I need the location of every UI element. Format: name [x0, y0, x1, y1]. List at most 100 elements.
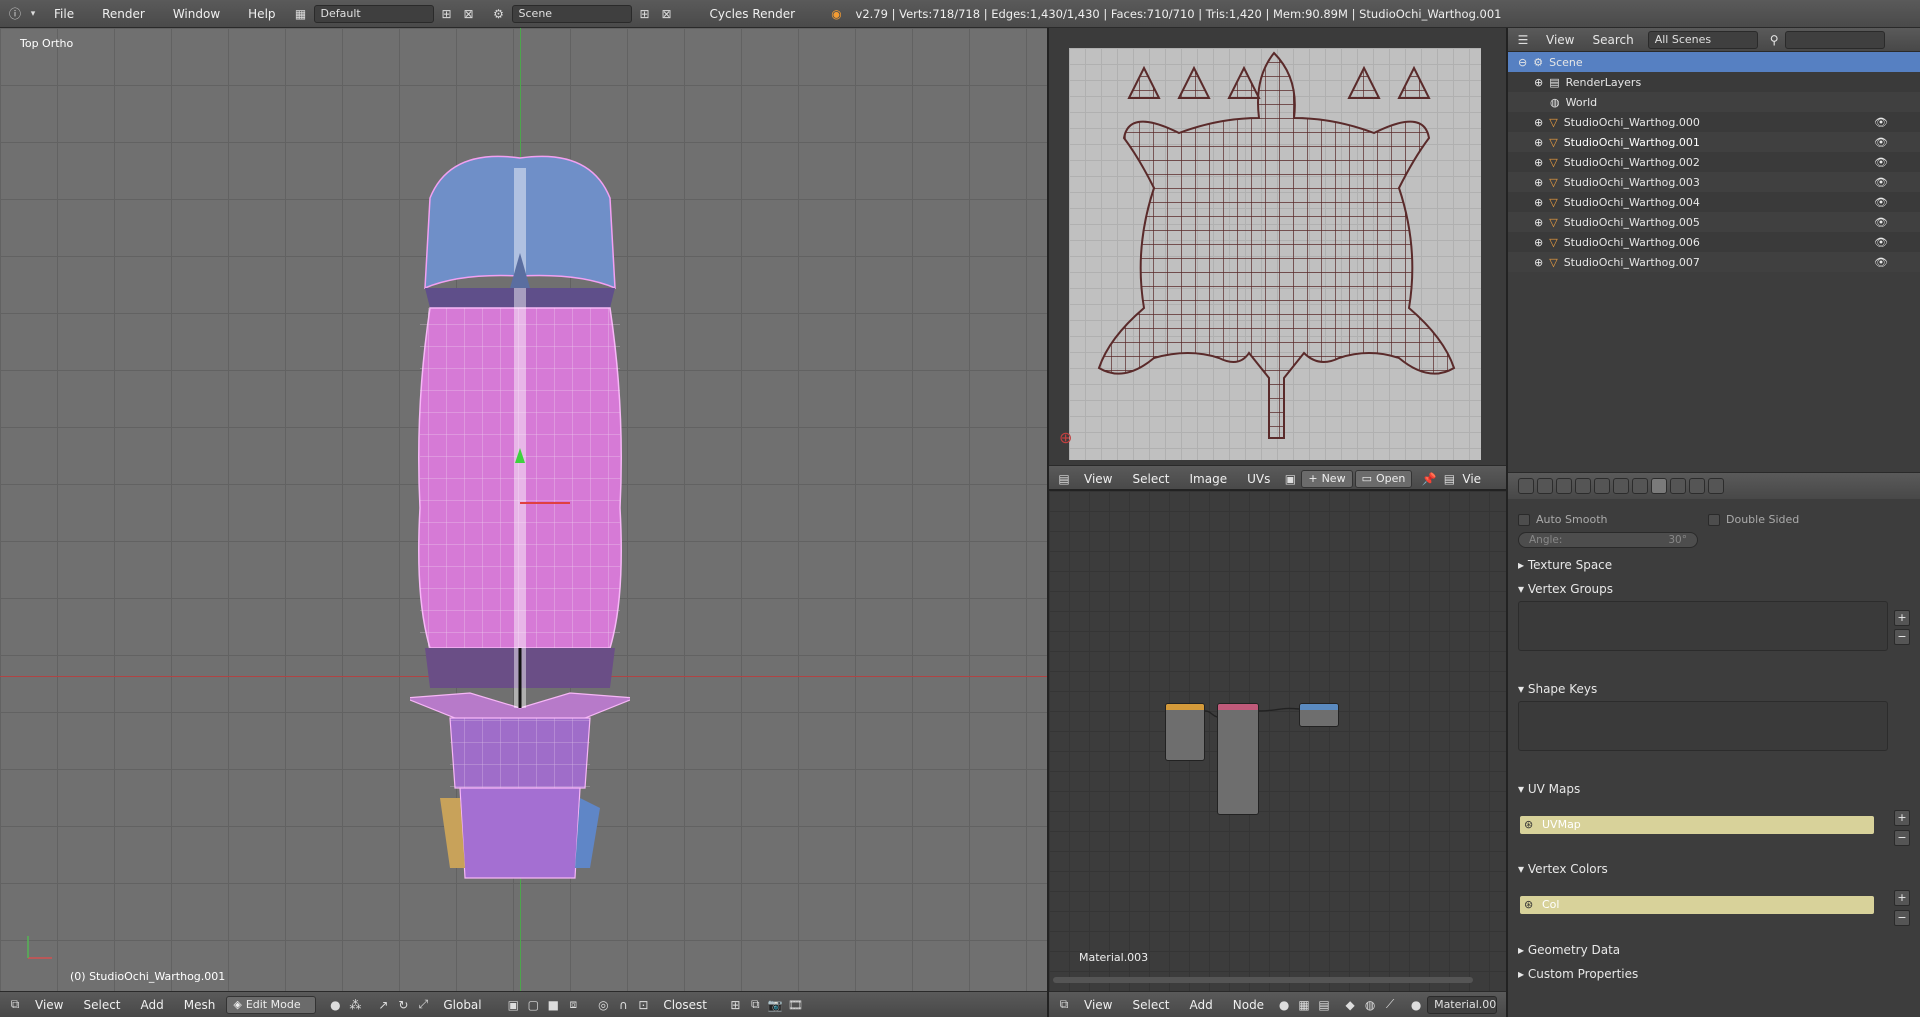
panel-vertex-groups[interactable]: ▾ Vertex Groups — [1518, 582, 1613, 596]
scene-tab-icon[interactable] — [1556, 478, 1572, 494]
viewport-menu-add[interactable]: Add — [132, 998, 173, 1012]
edge-select-icon[interactable]: ▢ — [524, 996, 542, 1014]
object-shader-icon[interactable]: ◆ — [1341, 996, 1359, 1014]
compositing-type-icon[interactable]: ▤ — [1315, 996, 1333, 1014]
outliner-row-object[interactable]: ⊕ ▽ StudioOchi_Warthog.002 👁 — [1508, 152, 1920, 172]
node-menu-add[interactable]: Add — [1181, 998, 1222, 1012]
uv-menu-view[interactable]: View — [1075, 472, 1121, 486]
remove-vertex-group-button[interactable]: − — [1894, 629, 1910, 645]
shape-keys-list[interactable] — [1518, 701, 1888, 751]
panel-vertex-colors[interactable]: ▾ Vertex Colors — [1518, 862, 1608, 876]
material-browse-icon[interactable]: ● — [1407, 996, 1425, 1014]
outliner-row-object[interactable]: ⊕ ▽ StudioOchi_Warthog.007 👁 — [1508, 252, 1920, 272]
search-input[interactable] — [1784, 30, 1885, 49]
mode-select[interactable]: ◈ Edit Mode — [226, 995, 317, 1014]
double-sided-checkbox[interactable]: Double Sided — [1708, 513, 1799, 526]
expand-icon[interactable]: ⊕ — [1534, 116, 1543, 129]
uv-menu-view-truncated[interactable]: Vie — [1460, 472, 1483, 486]
expand-icon[interactable]: ⊕ — [1534, 136, 1543, 149]
expand-icon[interactable]: ⊕ — [1534, 216, 1543, 229]
visibility-eye-icon[interactable]: 👁 — [1874, 116, 1888, 129]
render-engine-select[interactable]: Cycles Render — [698, 7, 818, 21]
panel-shape-keys[interactable]: ▾ Shape Keys — [1518, 682, 1597, 696]
panel-custom-properties[interactable]: ▸ Custom Properties — [1518, 967, 1638, 981]
panel-texture-space[interactable]: ▸ Texture Space — [1518, 558, 1612, 572]
uv-canvas[interactable] — [1069, 48, 1481, 460]
proportional-edit-icon[interactable]: ◎ — [594, 996, 612, 1014]
object-tab-icon[interactable] — [1594, 478, 1610, 494]
visibility-eye-icon[interactable]: 👁 — [1874, 256, 1888, 269]
snap-options-icon[interactable]: ⊞ — [726, 996, 744, 1014]
outliner[interactable]: ☰ View Search All Scenes ⚲ ⊖ ⚙ Scene ⊕ ▤… — [1508, 28, 1920, 472]
visibility-eye-icon[interactable]: 👁 — [1874, 176, 1888, 189]
auto-smooth-checkbox[interactable]: Auto Smooth — [1518, 513, 1607, 526]
linestyle-shader-icon[interactable]: ⟋ — [1381, 996, 1399, 1014]
manipulator-rotate-icon[interactable]: ↻ — [394, 996, 412, 1014]
menu-render[interactable]: Render — [90, 7, 157, 21]
properties-editor[interactable]: Auto Smooth Double Sided Angle: 30° ▸ Te… — [1508, 472, 1920, 1017]
outliner-menu-view[interactable]: View — [1538, 33, 1582, 47]
renderlayers-tab-icon[interactable] — [1537, 478, 1553, 494]
vertex-groups-list[interactable] — [1518, 601, 1888, 651]
outliner-row-object[interactable]: ⊕ ▽ StudioOchi_Warthog.006 👁 — [1508, 232, 1920, 252]
panel-uv-maps[interactable]: ▾ UV Maps — [1518, 782, 1580, 796]
node-menu-view[interactable]: View — [1075, 998, 1121, 1012]
outliner-row-object[interactable]: ⊕ ▽ StudioOchi_Warthog.005 👁 — [1508, 212, 1920, 232]
material-field[interactable]: Material.00 — [1427, 995, 1498, 1014]
uv-menu-image[interactable]: Image — [1181, 472, 1237, 486]
uv-image-editor[interactable]: ⊕ — [1049, 28, 1506, 465]
snap-target-select[interactable]: Closest — [654, 998, 724, 1012]
constraints-tab-icon[interactable] — [1613, 478, 1629, 494]
angle-field[interactable]: Angle: 30° — [1518, 532, 1698, 548]
outliner-row-scene[interactable]: ⊖ ⚙ Scene — [1508, 52, 1920, 72]
world-tab-icon[interactable] — [1575, 478, 1591, 494]
menu-file[interactable]: File — [42, 7, 86, 21]
close-layout-icon[interactable]: ⊠ — [460, 5, 478, 23]
scene-field[interactable]: Scene — [511, 4, 632, 23]
info-icon[interactable]: ⓘ — [6, 5, 24, 23]
collapse-icon[interactable]: ⊖ — [1518, 56, 1527, 69]
expand-icon[interactable]: ⊕ — [1534, 196, 1543, 209]
texture-type-icon[interactable]: ▦ — [1295, 996, 1313, 1014]
modifiers-tab-icon[interactable] — [1632, 478, 1648, 494]
menu-help[interactable]: Help — [236, 7, 287, 21]
expand-icon[interactable]: ⊕ — [1534, 76, 1543, 89]
display-mode-select[interactable]: All Scenes — [1647, 30, 1758, 49]
expand-icon[interactable]: ⊕ — [1534, 236, 1543, 249]
add-layout-icon[interactable]: ⊞ — [438, 5, 456, 23]
snap-magnet-icon[interactable]: ∩ — [614, 996, 632, 1014]
outliner-row-object[interactable]: ⊕ ▽ StudioOchi_Warthog.001 👁 — [1508, 132, 1920, 152]
add-vertex-group-button[interactable]: + — [1894, 610, 1910, 626]
manipulator-scale-icon[interactable]: ⤢ — [414, 996, 432, 1014]
outliner-row-world[interactable]: ◍ World — [1508, 92, 1920, 112]
image-browse-icon[interactable]: ▣ — [1281, 470, 1299, 488]
screen-layout-icon[interactable]: ▦ — [292, 5, 310, 23]
outliner-row-renderlayers[interactable]: ⊕ ▤ RenderLayers — [1508, 72, 1920, 92]
physics-tab-icon[interactable] — [1708, 478, 1724, 494]
node-menu-select[interactable]: Select — [1123, 998, 1178, 1012]
outliner-menu-search[interactable]: Search — [1588, 33, 1637, 47]
outliner-row-object[interactable]: ⊕ ▽ StudioOchi_Warthog.003 👁 — [1508, 172, 1920, 192]
editor-type-icon[interactable]: ▤ — [1055, 470, 1073, 488]
uv-layout[interactable] — [1069, 48, 1481, 460]
editor-type-icon[interactable]: ⧉ — [6, 996, 24, 1014]
orientation-select[interactable]: Global — [434, 998, 502, 1012]
render-tab-icon[interactable] — [1518, 478, 1534, 494]
shading-icon[interactable]: ● — [326, 996, 344, 1014]
face-select-icon[interactable]: ■ — [544, 996, 562, 1014]
expand-icon[interactable]: ⊕ — [1534, 256, 1543, 269]
visibility-eye-icon[interactable]: 👁 — [1874, 136, 1888, 149]
visibility-eye-icon[interactable]: 👁 — [1874, 216, 1888, 229]
render-still-icon[interactable]: 📷 — [766, 996, 784, 1014]
uv-menu-uvs[interactable]: UVs — [1238, 472, 1279, 486]
material-tab-icon[interactable] — [1670, 478, 1686, 494]
uv-menu-select[interactable]: Select — [1123, 472, 1178, 486]
editor-type-icon[interactable]: ⧉ — [1055, 996, 1073, 1014]
world-shader-icon[interactable]: ◍ — [1361, 996, 1379, 1014]
editor-type-icon[interactable]: ☰ — [1514, 31, 1532, 49]
vertex-color-item[interactable]: ⊛ Col — [1520, 896, 1874, 914]
shader-type-icon[interactable]: ● — [1275, 996, 1293, 1014]
limit-selection-icon[interactable]: ⧈ — [564, 996, 582, 1014]
layout-field[interactable]: Default — [313, 4, 434, 23]
warthog-mesh[interactable] — [410, 148, 630, 888]
